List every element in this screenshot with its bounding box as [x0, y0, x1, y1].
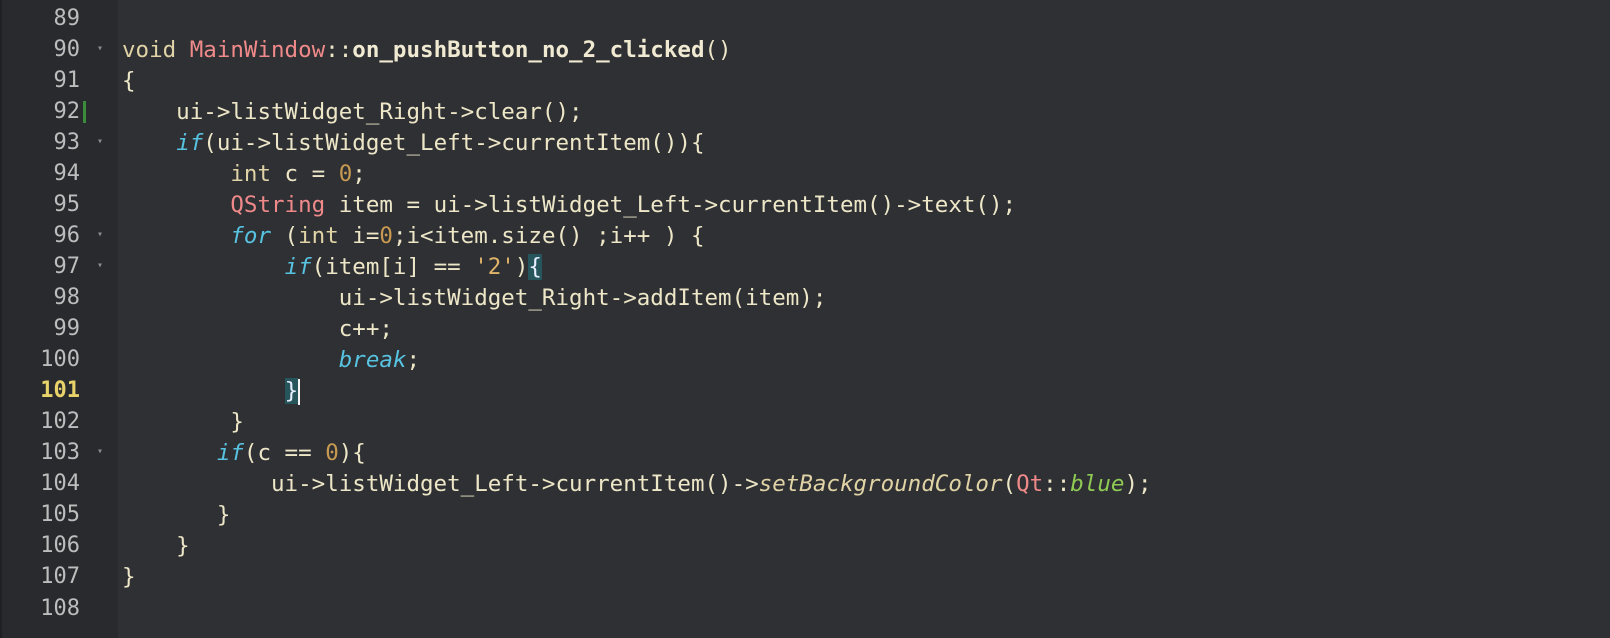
line-number: 108	[40, 596, 80, 621]
code-text[interactable]: ui->listWidget_Right->clear();	[122, 96, 582, 128]
code-text[interactable]: {	[122, 65, 136, 97]
code-text[interactable]: if(item[i] == '2'){	[122, 251, 542, 283]
enum-value: blue	[1070, 471, 1125, 497]
code-line[interactable]: 105 }	[0, 499, 1610, 531]
code-text[interactable]: c++;	[122, 313, 393, 345]
method-call: setBackgroundColor	[758, 471, 1003, 497]
keyword-if: if	[216, 440, 244, 466]
namespace-qt: Qt	[1016, 471, 1044, 497]
fold-arrow-icon[interactable]: ▾	[94, 220, 106, 250]
line-number: 89	[53, 6, 81, 31]
text-cursor	[298, 378, 301, 405]
code-line[interactable]: 106 }	[0, 530, 1610, 562]
code-line[interactable]: 108	[0, 593, 1610, 625]
number-literal: 0	[379, 223, 393, 249]
line-number: 96	[53, 223, 81, 248]
code-line[interactable]: 107 }	[0, 561, 1610, 593]
fold-arrow-icon[interactable]: ▾	[94, 127, 106, 157]
code-text[interactable]: }	[122, 499, 231, 531]
code-text[interactable]: ui->listWidget_Left->currentItem()->setB…	[122, 468, 1152, 500]
keyword-break: break	[338, 347, 407, 373]
code-text[interactable]: if(c == 0){	[122, 437, 366, 469]
keyword-int: int	[230, 161, 272, 187]
code-text[interactable]: if(ui->listWidget_Left->currentItem()){	[122, 127, 704, 159]
line-number: 97	[53, 254, 81, 279]
keyword-if: if	[176, 130, 204, 156]
modified-line-marker	[83, 101, 86, 123]
code-text[interactable]: }	[122, 561, 136, 593]
code-text[interactable]: }	[122, 406, 244, 438]
keyword-if: if	[284, 254, 312, 280]
keyword-void: void	[122, 37, 177, 63]
number-literal: 0	[325, 440, 339, 466]
code-text[interactable]: }	[122, 530, 190, 562]
keyword-int: int	[298, 223, 339, 249]
line-number: 103	[40, 440, 80, 465]
line-number: 93	[53, 130, 81, 155]
line-number: 94	[53, 161, 81, 186]
code-line[interactable]: 94 int c = 0;	[0, 158, 1610, 190]
code-line[interactable]: 102 }	[0, 406, 1610, 438]
line-number: 104	[40, 471, 80, 496]
fold-arrow-icon[interactable]: ▾	[94, 34, 106, 64]
code-line[interactable]: 91 {	[0, 65, 1610, 97]
line-number: 105	[40, 502, 80, 527]
code-editor[interactable]: 89 90 ▾ void MainWindow::on_pushButton_n…	[0, 0, 1610, 638]
code-line[interactable]: 89	[0, 3, 1610, 35]
keyword-for: for	[230, 223, 272, 249]
line-number: 92	[53, 99, 81, 124]
type-qstring: QString	[230, 192, 326, 218]
matched-brace: {	[528, 254, 542, 280]
code-text[interactable]: }	[122, 375, 301, 407]
line-number: 102	[40, 409, 80, 434]
code-line[interactable]: 97 ▾ if(item[i] == '2'){	[0, 251, 1610, 283]
code-line-current[interactable]: 101 }	[0, 375, 1610, 407]
line-number: 100	[40, 347, 80, 372]
code-text[interactable]: int c = 0;	[122, 158, 365, 190]
current-line-number: 101	[40, 378, 80, 403]
code-line[interactable]: 95 QString item = ui->listWidget_Left->c…	[0, 189, 1610, 221]
function-name: on_pushButton_no_2_clicked	[352, 37, 705, 63]
line-number: 91	[53, 68, 81, 93]
code-line[interactable]: 90 ▾ void MainWindow::on_pushButton_no_2…	[0, 34, 1610, 66]
code-line[interactable]: 103 ▾ if(c == 0){	[0, 437, 1610, 469]
code-line[interactable]: 93 ▾ if(ui->listWidget_Left->currentItem…	[0, 127, 1610, 159]
code-text[interactable]: for (int i=0;i<item.size() ;i++ ) {	[122, 220, 704, 252]
code-line[interactable]: 92 ui->listWidget_Right->clear();	[0, 96, 1610, 128]
fold-arrow-icon[interactable]: ▾	[94, 251, 106, 281]
line-number: 107	[40, 564, 80, 589]
code-line[interactable]: 98 ui->listWidget_Right->addItem(item);	[0, 282, 1610, 314]
code-text[interactable]: void MainWindow::on_pushButton_no_2_clic…	[122, 34, 732, 66]
code-text[interactable]: QString item = ui->listWidget_Left->curr…	[122, 189, 1016, 221]
code-line[interactable]: 100 break;	[0, 344, 1610, 376]
fold-arrow-icon[interactable]: ▾	[94, 437, 106, 467]
line-number: 98	[53, 285, 81, 310]
class-name: MainWindow	[189, 37, 326, 63]
code-line[interactable]: 104 ui->listWidget_Left->currentItem()->…	[0, 468, 1610, 500]
line-number: 99	[53, 316, 81, 341]
matched-brace: }	[284, 378, 299, 404]
code-line[interactable]: 99 c++;	[0, 313, 1610, 345]
code-text[interactable]: ui->listWidget_Right->addItem(item);	[122, 282, 827, 314]
line-number: 106	[40, 533, 80, 558]
line-number: 95	[53, 192, 81, 217]
code-line[interactable]: 96 ▾ for (int i=0;i<item.size() ;i++ ) {	[0, 220, 1610, 252]
number-literal: 0	[338, 161, 353, 187]
char-literal: '2'	[474, 254, 515, 280]
line-number: 90	[53, 37, 81, 62]
code-text[interactable]: break;	[122, 344, 420, 376]
